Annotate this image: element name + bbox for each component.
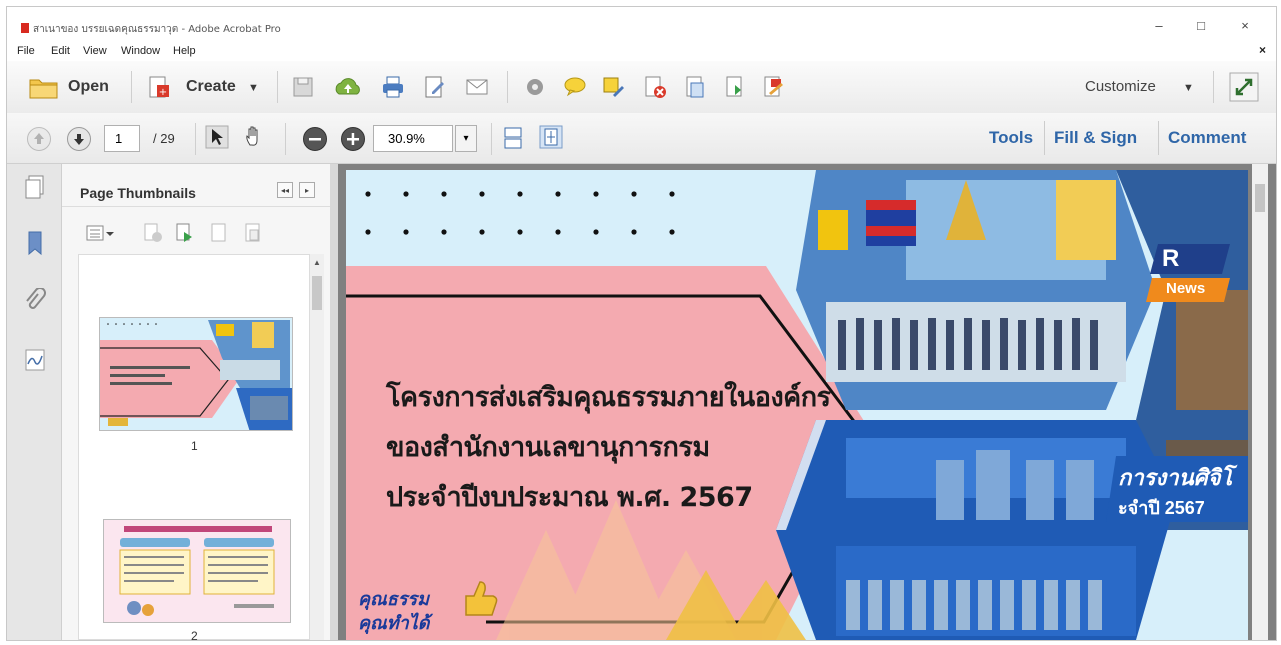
svg-text:+: +: [159, 87, 167, 98]
hand-tool-icon[interactable]: [243, 125, 267, 149]
page-thumbnails-panel: Page Thumbnails ◂◂ ▸ 1 2 ▲: [62, 164, 330, 640]
zoom-level-input[interactable]: 30.9%: [373, 125, 453, 152]
pdf-page: โครงการส่งเสริมคุณธรรมภายในองค์กร ของสำน…: [346, 170, 1248, 640]
maximize-button[interactable]: □: [1187, 15, 1215, 37]
window-title: สาเนาของ บรรยเฉดคุณธรรมาวุต - Adobe Acro…: [33, 24, 281, 35]
signatures-icon[interactable]: [23, 346, 47, 374]
pdf-extract-icon[interactable]: [723, 75, 747, 99]
expand-icon[interactable]: [1229, 72, 1259, 102]
close-button[interactable]: ×: [1231, 15, 1259, 37]
thumbnail-scroll-thumb[interactable]: [312, 276, 322, 310]
banner-text: การงานศิจิโ: [1118, 465, 1233, 490]
badge-line-2: คุณทำได้: [358, 613, 430, 633]
thumbnails-toolbar: [62, 216, 330, 250]
delete-page-icon[interactable]: [142, 222, 164, 244]
main-toolbar: Open + Create ▼ Customize ▼: [7, 61, 1276, 114]
menu-help[interactable]: Help: [173, 45, 196, 57]
news-r-label: R: [1162, 245, 1180, 272]
pdf-delete-icon[interactable]: [643, 75, 667, 99]
select-tool-icon[interactable]: [205, 125, 229, 149]
email-icon[interactable]: [465, 75, 489, 99]
folder-icon[interactable]: [29, 75, 59, 99]
panel-splitter[interactable]: [330, 164, 338, 640]
collapse-panel-icon[interactable]: ◂◂: [277, 182, 293, 198]
tools-pane-link[interactable]: Tools: [989, 128, 1033, 148]
document-scroll-thumb[interactable]: [1255, 184, 1265, 212]
menu-window[interactable]: Window: [121, 45, 160, 57]
zoom-in-icon[interactable]: [341, 127, 365, 151]
rotate-page-icon[interactable]: [208, 222, 230, 244]
thumbnail-list: 1 2: [78, 254, 310, 640]
cloud-upload-icon[interactable]: [333, 75, 363, 99]
thumbnails-header: Page Thumbnails ◂◂ ▸: [62, 164, 330, 207]
create-pdf-icon[interactable]: +: [147, 75, 171, 99]
minimize-button[interactable]: –: [1145, 15, 1173, 37]
menu-view[interactable]: View: [83, 45, 107, 57]
thumbnail-options-icon[interactable]: [86, 224, 116, 242]
page-number-input[interactable]: 1: [104, 125, 140, 152]
navigation-toolbar: 1 / 29 30.9% ▾ Tools Fill & Sign Comment: [7, 113, 1276, 164]
page-properties-icon[interactable]: [242, 222, 264, 244]
close-document-icon[interactable]: ×: [1259, 43, 1266, 57]
total-pages: / 29: [153, 131, 175, 146]
save-icon[interactable]: [291, 75, 315, 99]
fit-page-icon[interactable]: [539, 125, 563, 149]
page-thumbnails-icon[interactable]: [23, 174, 47, 202]
insert-page-icon[interactable]: [174, 222, 196, 244]
next-page-icon[interactable]: [67, 127, 91, 151]
title-bar: สาเนาของ บรรยเฉดคุณธรรมาวุต - Adobe Acro…: [7, 7, 1276, 41]
customize-dropdown-icon[interactable]: ▼: [1183, 82, 1194, 94]
menu-edit[interactable]: Edit: [51, 45, 70, 57]
create-dropdown-icon[interactable]: ▼: [248, 82, 259, 94]
document-title-line-1: โครงการส่งเสริมคุณธรรมภายในองค์กร: [386, 382, 831, 413]
scroll-up-icon[interactable]: ▲: [313, 258, 321, 267]
create-button[interactable]: Create: [186, 78, 236, 96]
panel-menu-icon[interactable]: ▸: [299, 182, 315, 198]
page-thumbnail-2[interactable]: [103, 519, 291, 623]
acrobat-app-icon: [21, 23, 29, 33]
attachments-icon[interactable]: [23, 288, 47, 316]
comment-pane-link[interactable]: Comment: [1168, 128, 1246, 148]
thumbs-up-icon: [465, 581, 498, 616]
bookmarks-icon[interactable]: [23, 230, 47, 258]
pdf-page-icon[interactable]: [683, 75, 707, 99]
zoom-dropdown-icon[interactable]: ▾: [455, 125, 477, 152]
fill-sign-pane-link[interactable]: Fill & Sign: [1054, 128, 1137, 148]
settings-icon[interactable]: [523, 75, 547, 99]
thumbnail-scrollbar[interactable]: ▲: [310, 254, 324, 640]
page-thumbnail-1[interactable]: [99, 317, 293, 431]
thumbnail-label-2: 2: [191, 629, 198, 641]
document-scrollbar[interactable]: [1252, 164, 1268, 640]
comment-icon[interactable]: [563, 75, 587, 99]
thumbnails-title: Page Thumbnails: [80, 185, 196, 201]
document-view: โครงการส่งเสริมคุณธรรมภายในองค์กร ของสำน…: [338, 164, 1276, 640]
print-icon[interactable]: [381, 75, 405, 99]
scrolling-mode-icon[interactable]: [501, 126, 525, 150]
menu-file[interactable]: File: [17, 45, 35, 57]
banner-year: ะจำปี 2567: [1118, 498, 1205, 518]
news-badge-label: News: [1166, 280, 1206, 297]
acrobat-window: สาเนาของ บรรยเฉดคุณธรรมาวุต - Adobe Acro…: [6, 6, 1277, 641]
document-title-line-2: ของสำนักงานเลขานุการกรม: [386, 432, 710, 463]
thumbnail-label-1: 1: [191, 439, 198, 453]
highlight-icon[interactable]: [601, 75, 625, 99]
navigation-pane: [7, 164, 62, 640]
customize-button[interactable]: Customize: [1085, 78, 1156, 95]
previous-page-icon[interactable]: [27, 127, 51, 151]
zoom-out-icon[interactable]: [303, 127, 327, 151]
menu-bar: File Edit View Window Help ×: [7, 41, 1276, 61]
document-title-line-3: ประจำปีงบประมาณ พ.ศ. 2567: [386, 482, 753, 513]
edit-icon[interactable]: [423, 75, 447, 99]
pdf-sign-icon[interactable]: [761, 75, 785, 99]
open-button[interactable]: Open: [68, 78, 109, 96]
